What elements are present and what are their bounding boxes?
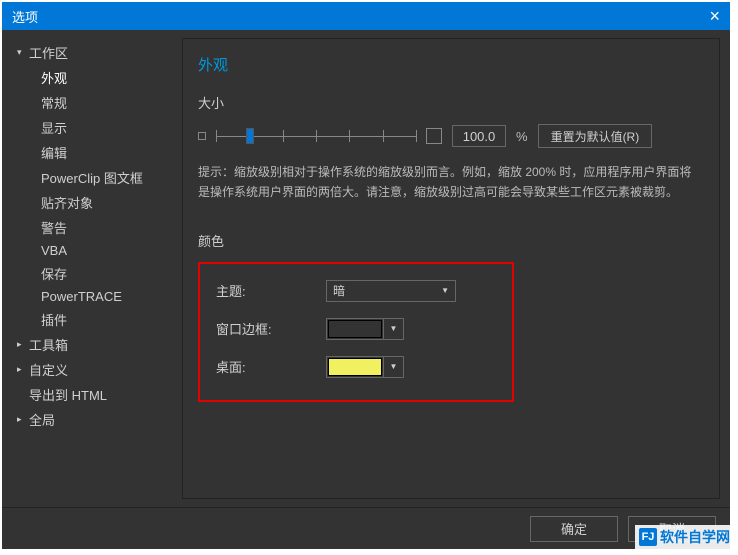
desktop-color-swatch <box>328 358 382 376</box>
sidebar-item-toolbox[interactable]: ▸工具箱 <box>17 332 182 357</box>
size-label: 大小 <box>198 93 699 112</box>
size-min-icon <box>198 132 206 140</box>
theme-dropdown[interactable]: 暗 ▼ <box>326 280 456 302</box>
theme-value: 暗 <box>333 282 345 299</box>
theme-label: 主题: <box>216 281 326 300</box>
content-panel: 外观 大小 % 重置为默认值(R) 提示：缩放级别相对于操作系统的缩放级别而言。… <box>182 38 720 499</box>
arrow-down-icon: ▾ <box>17 47 27 58</box>
sidebar-item-workspace[interactable]: ▾工作区 <box>17 40 182 65</box>
options-dialog: 选项 × ▾工作区 外观 常规 显示 编辑 PowerClip 图文框 贴齐对象… <box>2 2 730 549</box>
size-slider[interactable] <box>216 126 416 146</box>
color-highlight-box: 主题: 暗 ▼ 窗口边框: ▼ 桌面: <box>198 262 514 402</box>
watermark: FJ 软件自学网 <box>635 525 734 549</box>
reset-button[interactable]: 重置为默认值(R) <box>538 124 653 148</box>
sidebar-item-save[interactable]: 保存 <box>17 261 182 286</box>
chevron-down-icon: ▼ <box>383 319 403 339</box>
size-input[interactable] <box>452 125 506 147</box>
desktop-label: 桌面: <box>216 357 326 376</box>
sidebar-item-powertrace[interactable]: PowerTRACE <box>17 286 182 307</box>
color-section-label: 颜色 <box>198 231 699 250</box>
watermark-logo: FJ <box>639 528 657 546</box>
sidebar-item-vba[interactable]: VBA <box>17 240 182 261</box>
size-row: % 重置为默认值(R) <box>198 124 699 148</box>
titlebar: 选项 × <box>2 2 730 30</box>
arrow-right-icon: ▸ <box>17 339 27 350</box>
sidebar: ▾工作区 外观 常规 显示 编辑 PowerClip 图文框 贴齐对象 警告 V… <box>2 30 182 507</box>
slider-thumb[interactable] <box>246 128 254 144</box>
desktop-color-picker[interactable]: ▼ <box>326 356 404 378</box>
arrow-right-icon: ▸ <box>17 414 27 425</box>
border-color-picker[interactable]: ▼ <box>326 318 404 340</box>
sidebar-item-warnings[interactable]: 警告 <box>17 215 182 240</box>
sidebar-item-plugins[interactable]: 插件 <box>17 307 182 332</box>
ok-button[interactable]: 确定 <box>530 516 618 542</box>
sidebar-item-export-html[interactable]: 导出到 HTML <box>17 382 182 407</box>
hint-text: 提示：缩放级别相对于操作系统的缩放级别而言。例如，缩放 200% 时，应用程序用… <box>198 162 699 203</box>
sidebar-item-powerclip[interactable]: PowerClip 图文框 <box>17 165 182 190</box>
border-color-swatch <box>328 320 382 338</box>
chevron-down-icon: ▼ <box>383 357 403 377</box>
watermark-text: 软件自学网 <box>660 527 730 547</box>
sidebar-item-snap[interactable]: 贴齐对象 <box>17 190 182 215</box>
chevron-down-icon: ▼ <box>441 286 449 295</box>
section-title: 外观 <box>198 54 699 75</box>
sidebar-item-global[interactable]: ▸全局 <box>17 407 182 432</box>
sidebar-item-custom[interactable]: ▸自定义 <box>17 357 182 382</box>
sidebar-item-general[interactable]: 常规 <box>17 90 182 115</box>
border-label: 窗口边框: <box>216 319 326 338</box>
sidebar-item-appearance[interactable]: 外观 <box>17 65 182 90</box>
size-checkbox[interactable] <box>426 128 442 144</box>
window-title: 选项 <box>12 7 38 26</box>
sidebar-item-edit[interactable]: 编辑 <box>17 140 182 165</box>
percent-label: % <box>516 129 528 144</box>
footer: 确定 取消 <box>2 507 730 549</box>
arrow-right-icon: ▸ <box>17 364 27 375</box>
close-icon[interactable]: × <box>709 6 720 27</box>
sidebar-item-display[interactable]: 显示 <box>17 115 182 140</box>
